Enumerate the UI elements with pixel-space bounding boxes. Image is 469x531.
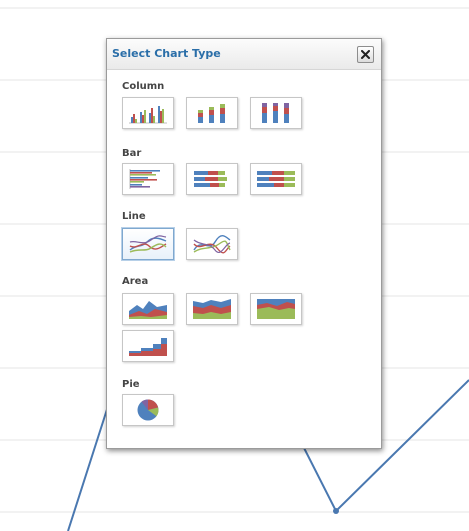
chart-type-pie[interactable] xyxy=(122,394,174,426)
chart-type-clustered-column[interactable] xyxy=(122,97,174,129)
chart-type-clustered-bar[interactable] xyxy=(122,163,174,195)
chart-type-area[interactable] xyxy=(122,293,174,325)
100-percent-stacked-column-icon xyxy=(262,103,289,123)
background-data-point xyxy=(333,508,339,514)
step-area-icon xyxy=(129,338,167,356)
chart-type-100-percent-stacked-bar[interactable] xyxy=(250,163,302,195)
chart-type-100-percent-stacked-area[interactable] xyxy=(250,293,302,325)
chart-type-step-area[interactable] xyxy=(122,330,174,362)
clustered-bar-icon xyxy=(129,169,160,189)
clustered-column-icon xyxy=(129,106,167,124)
stacked-bar-icon xyxy=(194,171,227,187)
section-label-bar: Bar xyxy=(122,148,142,159)
area-chart-icon xyxy=(129,301,167,319)
chart-type-stacked-column[interactable] xyxy=(186,97,238,129)
chart-type-line[interactable] xyxy=(122,228,174,260)
dialog-header[interactable]: Select Chart Type xyxy=(107,39,381,70)
chart-type-100-percent-stacked-column[interactable] xyxy=(250,97,302,129)
section-label-area: Area xyxy=(122,276,149,287)
section-label-column: Column xyxy=(122,81,165,92)
line-with-markers-icon xyxy=(193,235,231,254)
chart-type-stacked-area[interactable] xyxy=(186,293,238,325)
dialog-title: Select Chart Type xyxy=(112,47,221,60)
100-percent-stacked-area-icon xyxy=(257,299,295,319)
stacked-area-icon xyxy=(193,299,231,319)
section-label-line: Line xyxy=(122,211,146,222)
close-button[interactable] xyxy=(357,46,374,63)
chart-type-line-with-markers[interactable] xyxy=(186,228,238,260)
chart-type-stacked-bar[interactable] xyxy=(186,163,238,195)
section-label-pie: Pie xyxy=(122,379,140,390)
close-x-icon xyxy=(361,50,370,59)
stacked-column-icon xyxy=(198,104,225,123)
line-chart-icon xyxy=(129,235,167,253)
pie-chart-icon xyxy=(137,399,159,421)
100-percent-stacked-bar-icon xyxy=(257,171,295,187)
select-chart-type-dialog: Select Chart Type Column Bar Line Area P… xyxy=(106,38,382,449)
